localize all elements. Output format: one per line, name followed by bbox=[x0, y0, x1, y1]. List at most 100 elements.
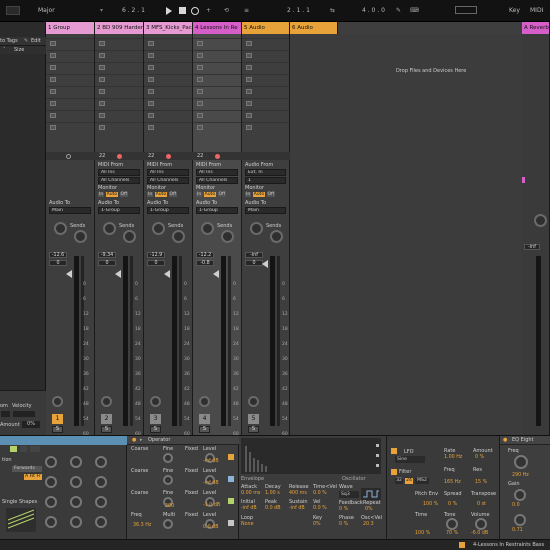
track-activator[interactable]: 3 bbox=[150, 414, 161, 424]
volume-knob[interactable] bbox=[475, 518, 487, 530]
track-pan[interactable]: 0 bbox=[49, 260, 67, 266]
group-fold-icon[interactable] bbox=[66, 154, 71, 159]
filter-freq-value[interactable]: 165 Hz bbox=[444, 480, 461, 485]
op-level-value[interactable]: -inf dB bbox=[203, 459, 219, 464]
volume-fader-track[interactable] bbox=[172, 256, 177, 426]
drop-zone[interactable]: Drop Files and Devices Here bbox=[290, 34, 522, 435]
sampler-tab-1[interactable] bbox=[10, 446, 17, 452]
punch-box[interactable] bbox=[455, 6, 477, 14]
phase-value[interactable]: 0 % bbox=[339, 522, 348, 527]
filter-slope-32[interactable]: 32 bbox=[395, 478, 403, 484]
clip-slot-stop-button[interactable] bbox=[148, 53, 154, 58]
clip-slot-stop-button[interactable] bbox=[197, 53, 203, 58]
env-param-value[interactable]: 0.0 % bbox=[313, 506, 327, 511]
arm-indicator-icon[interactable] bbox=[166, 154, 171, 159]
osc-vel-value[interactable]: 20.3 bbox=[363, 522, 374, 527]
clip-slot-stop-button[interactable] bbox=[148, 101, 154, 106]
sampler-mode-select[interactable]: Forwards bbox=[12, 466, 42, 472]
output-select[interactable]: Main bbox=[49, 207, 91, 214]
track-volume[interactable]: -9.34 bbox=[98, 252, 116, 258]
capture-midi-icon[interactable]: ≡ bbox=[244, 7, 249, 14]
clip-slot-stop-button[interactable] bbox=[148, 41, 154, 46]
pan-knob[interactable] bbox=[152, 222, 165, 235]
clip-slot-stop-button[interactable] bbox=[246, 113, 252, 118]
lfo-on-toggle[interactable] bbox=[391, 448, 397, 454]
track-header[interactable]: 5 Audio bbox=[242, 22, 290, 34]
eq-freq-knob[interactable] bbox=[514, 455, 528, 469]
monitor-off[interactable]: Off bbox=[266, 192, 276, 197]
op-fine-knob[interactable] bbox=[163, 475, 173, 485]
sampler-knob[interactable] bbox=[95, 516, 107, 528]
pan-knob[interactable] bbox=[103, 222, 116, 235]
wave-select[interactable]: Sq3 bbox=[339, 491, 359, 498]
lfo-rate-value[interactable]: 1.00 Hz bbox=[444, 455, 462, 460]
repeat-value[interactable]: 0% bbox=[365, 507, 373, 512]
clip-slot-stop-button[interactable] bbox=[197, 89, 203, 94]
stop-icon[interactable] bbox=[179, 7, 186, 14]
eq-gain-knob[interactable] bbox=[514, 489, 526, 501]
tone-knob[interactable] bbox=[446, 518, 458, 530]
input-channel-select[interactable]: All Channels bbox=[98, 177, 140, 184]
send-a-knob[interactable] bbox=[172, 230, 185, 243]
oscillator-tab[interactable]: Oscillator bbox=[342, 476, 366, 482]
sampler-knob[interactable] bbox=[45, 476, 57, 488]
draw-mode-icon[interactable]: ✎ bbox=[396, 7, 401, 14]
monitor-in[interactable]: In bbox=[98, 192, 105, 197]
crossfade-knob[interactable] bbox=[248, 396, 259, 407]
clip-slot-stop-button[interactable] bbox=[99, 41, 105, 46]
midi-map-button[interactable]: MIDI bbox=[530, 7, 543, 14]
lfo-shape-select[interactable]: Sine bbox=[395, 456, 425, 463]
sampler-knob[interactable] bbox=[70, 456, 82, 468]
time-value[interactable]: 100 % bbox=[415, 531, 430, 536]
clip-slot-stop-button[interactable] bbox=[197, 113, 203, 118]
monitor-in[interactable]: In bbox=[245, 192, 252, 197]
clip-slot-stop-button[interactable] bbox=[197, 77, 203, 82]
filter-on-toggle[interactable] bbox=[391, 469, 397, 475]
eq-gain-value[interactable]: 0.0 bbox=[512, 503, 520, 508]
clip-slot-stop-button[interactable] bbox=[148, 89, 154, 94]
sampler-knob[interactable] bbox=[70, 476, 82, 488]
edit-icon[interactable]: ✎ bbox=[24, 38, 28, 44]
monitor-in[interactable]: In bbox=[147, 192, 154, 197]
monitor-switch[interactable]: In Auto Off bbox=[245, 192, 276, 197]
loop-switch-icon[interactable]: ⇆ bbox=[330, 7, 335, 14]
fold-icon[interactable]: ▸ bbox=[140, 437, 143, 443]
volume-fader-handle[interactable] bbox=[262, 260, 268, 268]
add-to-tags-label[interactable]: to Tags bbox=[0, 38, 18, 44]
monitor-in[interactable]: In bbox=[196, 192, 203, 197]
follow-icon[interactable]: ▾ bbox=[100, 7, 103, 14]
track-pan[interactable]: 0 bbox=[98, 260, 116, 266]
tone-value[interactable]: 70 % bbox=[446, 531, 458, 536]
monitor-switch[interactable]: In Auto Off bbox=[147, 192, 178, 197]
selected-clip-name[interactable]: 4-Lessons In Restraints Bass bbox=[473, 542, 544, 548]
computer-keyboard-icon[interactable]: ⌨ bbox=[410, 7, 419, 14]
solo-button[interactable]: S bbox=[248, 426, 259, 433]
feedback-value[interactable]: 0 % bbox=[339, 507, 348, 512]
sampler-tab-2[interactable] bbox=[20, 446, 27, 452]
volume-fader-handle[interactable] bbox=[66, 270, 72, 278]
op-level-value[interactable]: -inf dB bbox=[203, 481, 219, 486]
track-header[interactable]: 6 Audio bbox=[290, 22, 338, 34]
track-header[interactable]: 2 BD 909 Harder bbox=[95, 22, 144, 34]
overdub-icon[interactable]: + bbox=[206, 7, 211, 14]
edit-label[interactable]: Edit bbox=[31, 38, 41, 44]
output-select[interactable]: Main bbox=[245, 207, 286, 214]
clip-slot-stop-button[interactable] bbox=[50, 89, 56, 94]
solo-button[interactable]: S bbox=[101, 426, 112, 433]
eq-q-value[interactable]: 0.71 bbox=[512, 528, 523, 533]
track-pan[interactable]: 0 bbox=[147, 260, 165, 266]
velocity-field[interactable] bbox=[13, 411, 35, 417]
transpose-value[interactable]: 0 st bbox=[477, 502, 486, 507]
op-freq-value[interactable]: 36.3 Hz bbox=[133, 523, 151, 528]
op-oscillator-toggle[interactable] bbox=[228, 498, 234, 504]
eq-freq-value[interactable]: 290 Hz bbox=[512, 473, 529, 478]
sampler-knob[interactable] bbox=[70, 516, 82, 528]
monitor-auto[interactable]: Auto bbox=[105, 192, 119, 197]
env-param-value[interactable]: 0.0 % bbox=[313, 491, 327, 496]
op-fine-knob[interactable] bbox=[163, 519, 173, 529]
pan-knob[interactable] bbox=[250, 222, 263, 235]
crossfade-knob[interactable] bbox=[101, 396, 112, 407]
input-channel-select[interactable]: All Channels bbox=[147, 177, 189, 184]
clip-slot-stop-button[interactable] bbox=[50, 77, 56, 82]
monitor-off[interactable]: Off bbox=[168, 192, 178, 197]
